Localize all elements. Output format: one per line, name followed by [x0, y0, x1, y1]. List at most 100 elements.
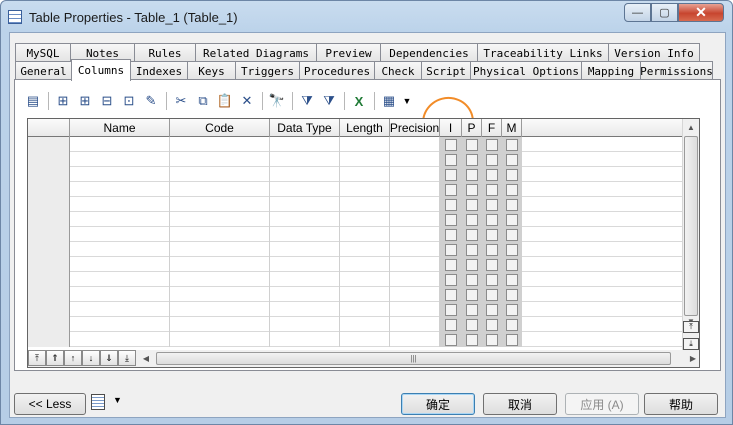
grid-cell[interactable] [522, 242, 684, 257]
grid-cell[interactable] [390, 302, 440, 317]
grid-cell[interactable] [340, 197, 390, 212]
scroll-up-icon[interactable]: ▲ [683, 119, 699, 135]
grid-cell[interactable] [170, 227, 270, 242]
minimize-button[interactable]: — [624, 3, 651, 22]
checkbox-cell[interactable] [440, 317, 462, 332]
tab-triggers[interactable]: Triggers [235, 61, 300, 80]
checkbox-cell[interactable] [482, 287, 502, 302]
add-row-icon[interactable]: ⊞ [74, 91, 96, 111]
checkbox-cell[interactable] [440, 152, 462, 167]
checkbox-cell[interactable] [462, 257, 482, 272]
grid-cell[interactable] [170, 317, 270, 332]
checkbox-cell[interactable] [482, 182, 502, 197]
checkbox-cell[interactable] [482, 302, 502, 317]
row-header-cell[interactable] [28, 317, 70, 332]
row-header-cell[interactable] [28, 302, 70, 317]
checkbox-cell[interactable] [502, 332, 522, 347]
checkbox-cell[interactable] [440, 167, 462, 182]
move-top-icon[interactable]: ⤒ [28, 350, 46, 366]
row-header-cell[interactable] [28, 137, 70, 152]
tab-check[interactable]: Check [374, 61, 422, 80]
grid-cell[interactable] [270, 152, 340, 167]
excel-export-icon[interactable]: X [348, 91, 370, 111]
grid-cell[interactable] [390, 317, 440, 332]
checkbox-cell[interactable] [482, 317, 502, 332]
grid-cell[interactable] [170, 242, 270, 257]
checkbox-cell[interactable] [462, 302, 482, 317]
tab-mapping[interactable]: Mapping [581, 61, 641, 80]
column-header-identity[interactable]: I [440, 119, 462, 137]
checkbox-cell[interactable] [482, 212, 502, 227]
cut-icon[interactable]: ✂ [170, 91, 192, 111]
checkbox-cell[interactable] [440, 212, 462, 227]
scroll-first-icon[interactable]: ⤒ [683, 321, 699, 333]
grid-cell[interactable] [340, 137, 390, 152]
new-icon[interactable]: ✎ [140, 91, 162, 111]
grid-cell[interactable] [70, 182, 170, 197]
checkbox-cell[interactable] [502, 152, 522, 167]
checkbox-cell[interactable] [440, 182, 462, 197]
grid-cell[interactable] [170, 257, 270, 272]
grid-cell[interactable] [522, 197, 684, 212]
checkbox-cell[interactable] [440, 302, 462, 317]
grid-cell[interactable] [340, 332, 390, 347]
close-button[interactable]: ✕ [678, 3, 724, 22]
column-header-mandatory[interactable]: M [502, 119, 522, 137]
checkbox-cell[interactable] [482, 167, 502, 182]
grid-cell[interactable] [340, 302, 390, 317]
grid-cell[interactable] [522, 227, 684, 242]
column-header-data-type[interactable]: Data Type [270, 119, 340, 137]
chevron-down-icon[interactable]: ▼ [113, 395, 122, 405]
properties-icon[interactable]: ▤ [22, 91, 44, 111]
tab-preview[interactable]: Preview [316, 43, 381, 62]
table-row[interactable] [28, 212, 684, 227]
grid-cell[interactable] [170, 332, 270, 347]
horizontal-scrollbar[interactable]: ◀ ||| ▶ [136, 350, 699, 367]
grid-cell[interactable] [390, 197, 440, 212]
grid-cell[interactable] [390, 152, 440, 167]
tab-related-diagrams[interactable]: Related Diagrams [195, 43, 317, 62]
grid-cell[interactable] [390, 272, 440, 287]
checkbox-cell[interactable] [440, 227, 462, 242]
column-header-length[interactable]: Length [340, 119, 390, 137]
delete-icon[interactable]: ✕ [236, 91, 258, 111]
vertical-scroll-thumb[interactable] [684, 136, 698, 316]
replicate-icon[interactable]: ⊡ [118, 91, 140, 111]
scroll-last-icon[interactable]: ⤓ [683, 338, 699, 350]
tab-physical-options[interactable]: Physical Options [470, 61, 582, 80]
scroll-left-icon[interactable]: ◀ [138, 350, 154, 367]
grid-cell[interactable] [270, 197, 340, 212]
grid-cell[interactable] [70, 197, 170, 212]
tab-indexes[interactable]: Indexes [130, 61, 188, 80]
grid-cell[interactable] [390, 212, 440, 227]
checkbox-cell[interactable] [462, 272, 482, 287]
row-header-cell[interactable] [28, 242, 70, 257]
grid-cell[interactable] [522, 317, 684, 332]
grid-cell[interactable] [340, 152, 390, 167]
checkbox-cell[interactable] [440, 332, 462, 347]
table-row[interactable] [28, 167, 684, 182]
grid-cell[interactable] [170, 152, 270, 167]
row-header-cell[interactable] [28, 227, 70, 242]
row-header-cell[interactable] [28, 272, 70, 287]
checkbox-cell[interactable] [502, 167, 522, 182]
tab-dependencies[interactable]: Dependencies [380, 43, 478, 62]
grid-cell[interactable] [270, 167, 340, 182]
grid-cell[interactable] [170, 137, 270, 152]
grid-cell[interactable] [522, 287, 684, 302]
insert-row-icon[interactable]: ⊞ [52, 91, 74, 111]
tab-general[interactable]: General [15, 61, 72, 80]
checkbox-cell[interactable] [502, 272, 522, 287]
grid-cell[interactable] [70, 227, 170, 242]
grid-cell[interactable] [522, 152, 684, 167]
tab-permissions[interactable]: Permissions [640, 61, 713, 80]
move-up-icon[interactable]: ↑ [64, 350, 82, 366]
move-down-icon[interactable]: ↓ [82, 350, 100, 366]
column-header-code[interactable]: Code [170, 119, 270, 137]
checkbox-cell[interactable] [482, 272, 502, 287]
grid-cell[interactable] [170, 182, 270, 197]
grid-cell[interactable] [270, 227, 340, 242]
checkbox-cell[interactable] [502, 317, 522, 332]
table-row[interactable] [28, 302, 684, 317]
column-header-foreign[interactable]: F [482, 119, 502, 137]
